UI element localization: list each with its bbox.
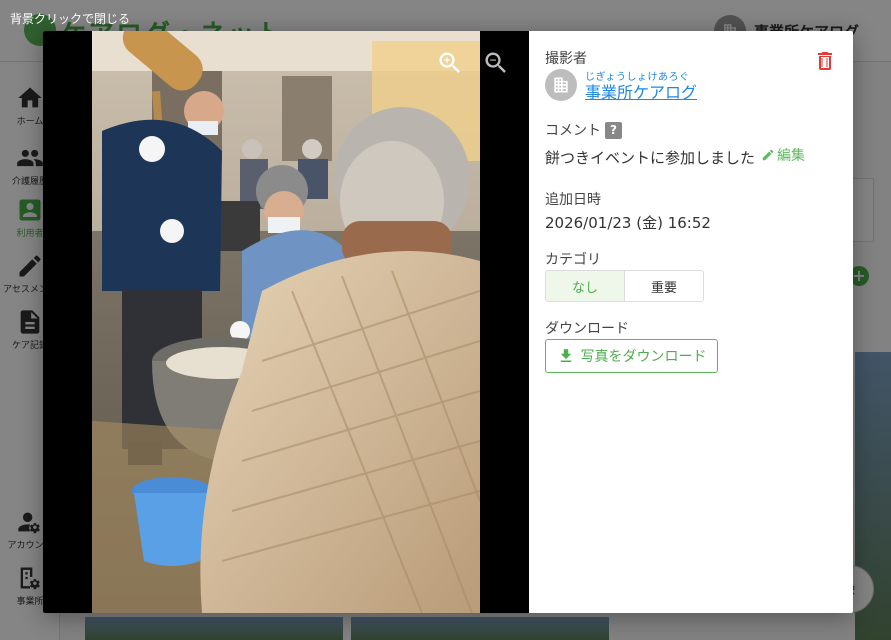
download-label: ダウンロード: [545, 321, 629, 337]
category-label: カテゴリ: [545, 252, 601, 268]
download-button-label: 写真をダウンロード: [580, 349, 707, 365]
comment-label-row: コメント?: [545, 120, 622, 140]
trash-icon: [818, 52, 832, 70]
comment-label: コメント: [545, 123, 601, 139]
comment-text: 餅つきイベントに参加しました: [545, 149, 756, 167]
photo-info-panel: 撮影者 じぎょうしょけあろぐ 事業所ケアログ コメント? 餅つきイベントに参加し…: [529, 31, 853, 613]
delete-button[interactable]: [813, 49, 837, 73]
category-option-none[interactable]: なし: [546, 271, 625, 301]
mochitsuki-photo: [92, 31, 480, 613]
building-icon: [554, 77, 568, 93]
pencil-icon: [762, 149, 774, 161]
category-option-important[interactable]: 重要: [625, 271, 703, 301]
edit-comment-button[interactable]: 編集: [761, 145, 805, 165]
zoom-in-icon: [439, 52, 460, 73]
zoom-out-icon: [485, 52, 506, 73]
comment-row: 餅つきイベントに参加しました 編集: [545, 145, 805, 168]
added-value: 2026/01/23 (金) 16:52: [545, 214, 711, 232]
edit-label: 編集: [777, 148, 806, 164]
added-label: 追加日時: [545, 192, 601, 208]
zoom-in-button[interactable]: [436, 49, 464, 77]
download-photo-button[interactable]: 写真をダウンロード: [545, 339, 718, 373]
help-icon[interactable]: ?: [605, 122, 622, 139]
photographer-label: 撮影者: [545, 51, 587, 67]
photo-detail-modal: 撮影者 じぎょうしょけあろぐ 事業所ケアログ コメント? 餅つきイベントに参加し…: [43, 31, 853, 613]
photographer-avatar: [545, 69, 577, 101]
close-hint: 背景クリックで閉じる: [10, 12, 131, 26]
download-icon: [560, 349, 571, 362]
photo-image[interactable]: [92, 31, 480, 613]
photo-viewer: [43, 31, 529, 613]
zoom-out-button[interactable]: [482, 49, 510, 77]
photographer-link[interactable]: 事業所ケアログ: [585, 79, 697, 103]
category-selector: なし 重要: [545, 270, 704, 302]
